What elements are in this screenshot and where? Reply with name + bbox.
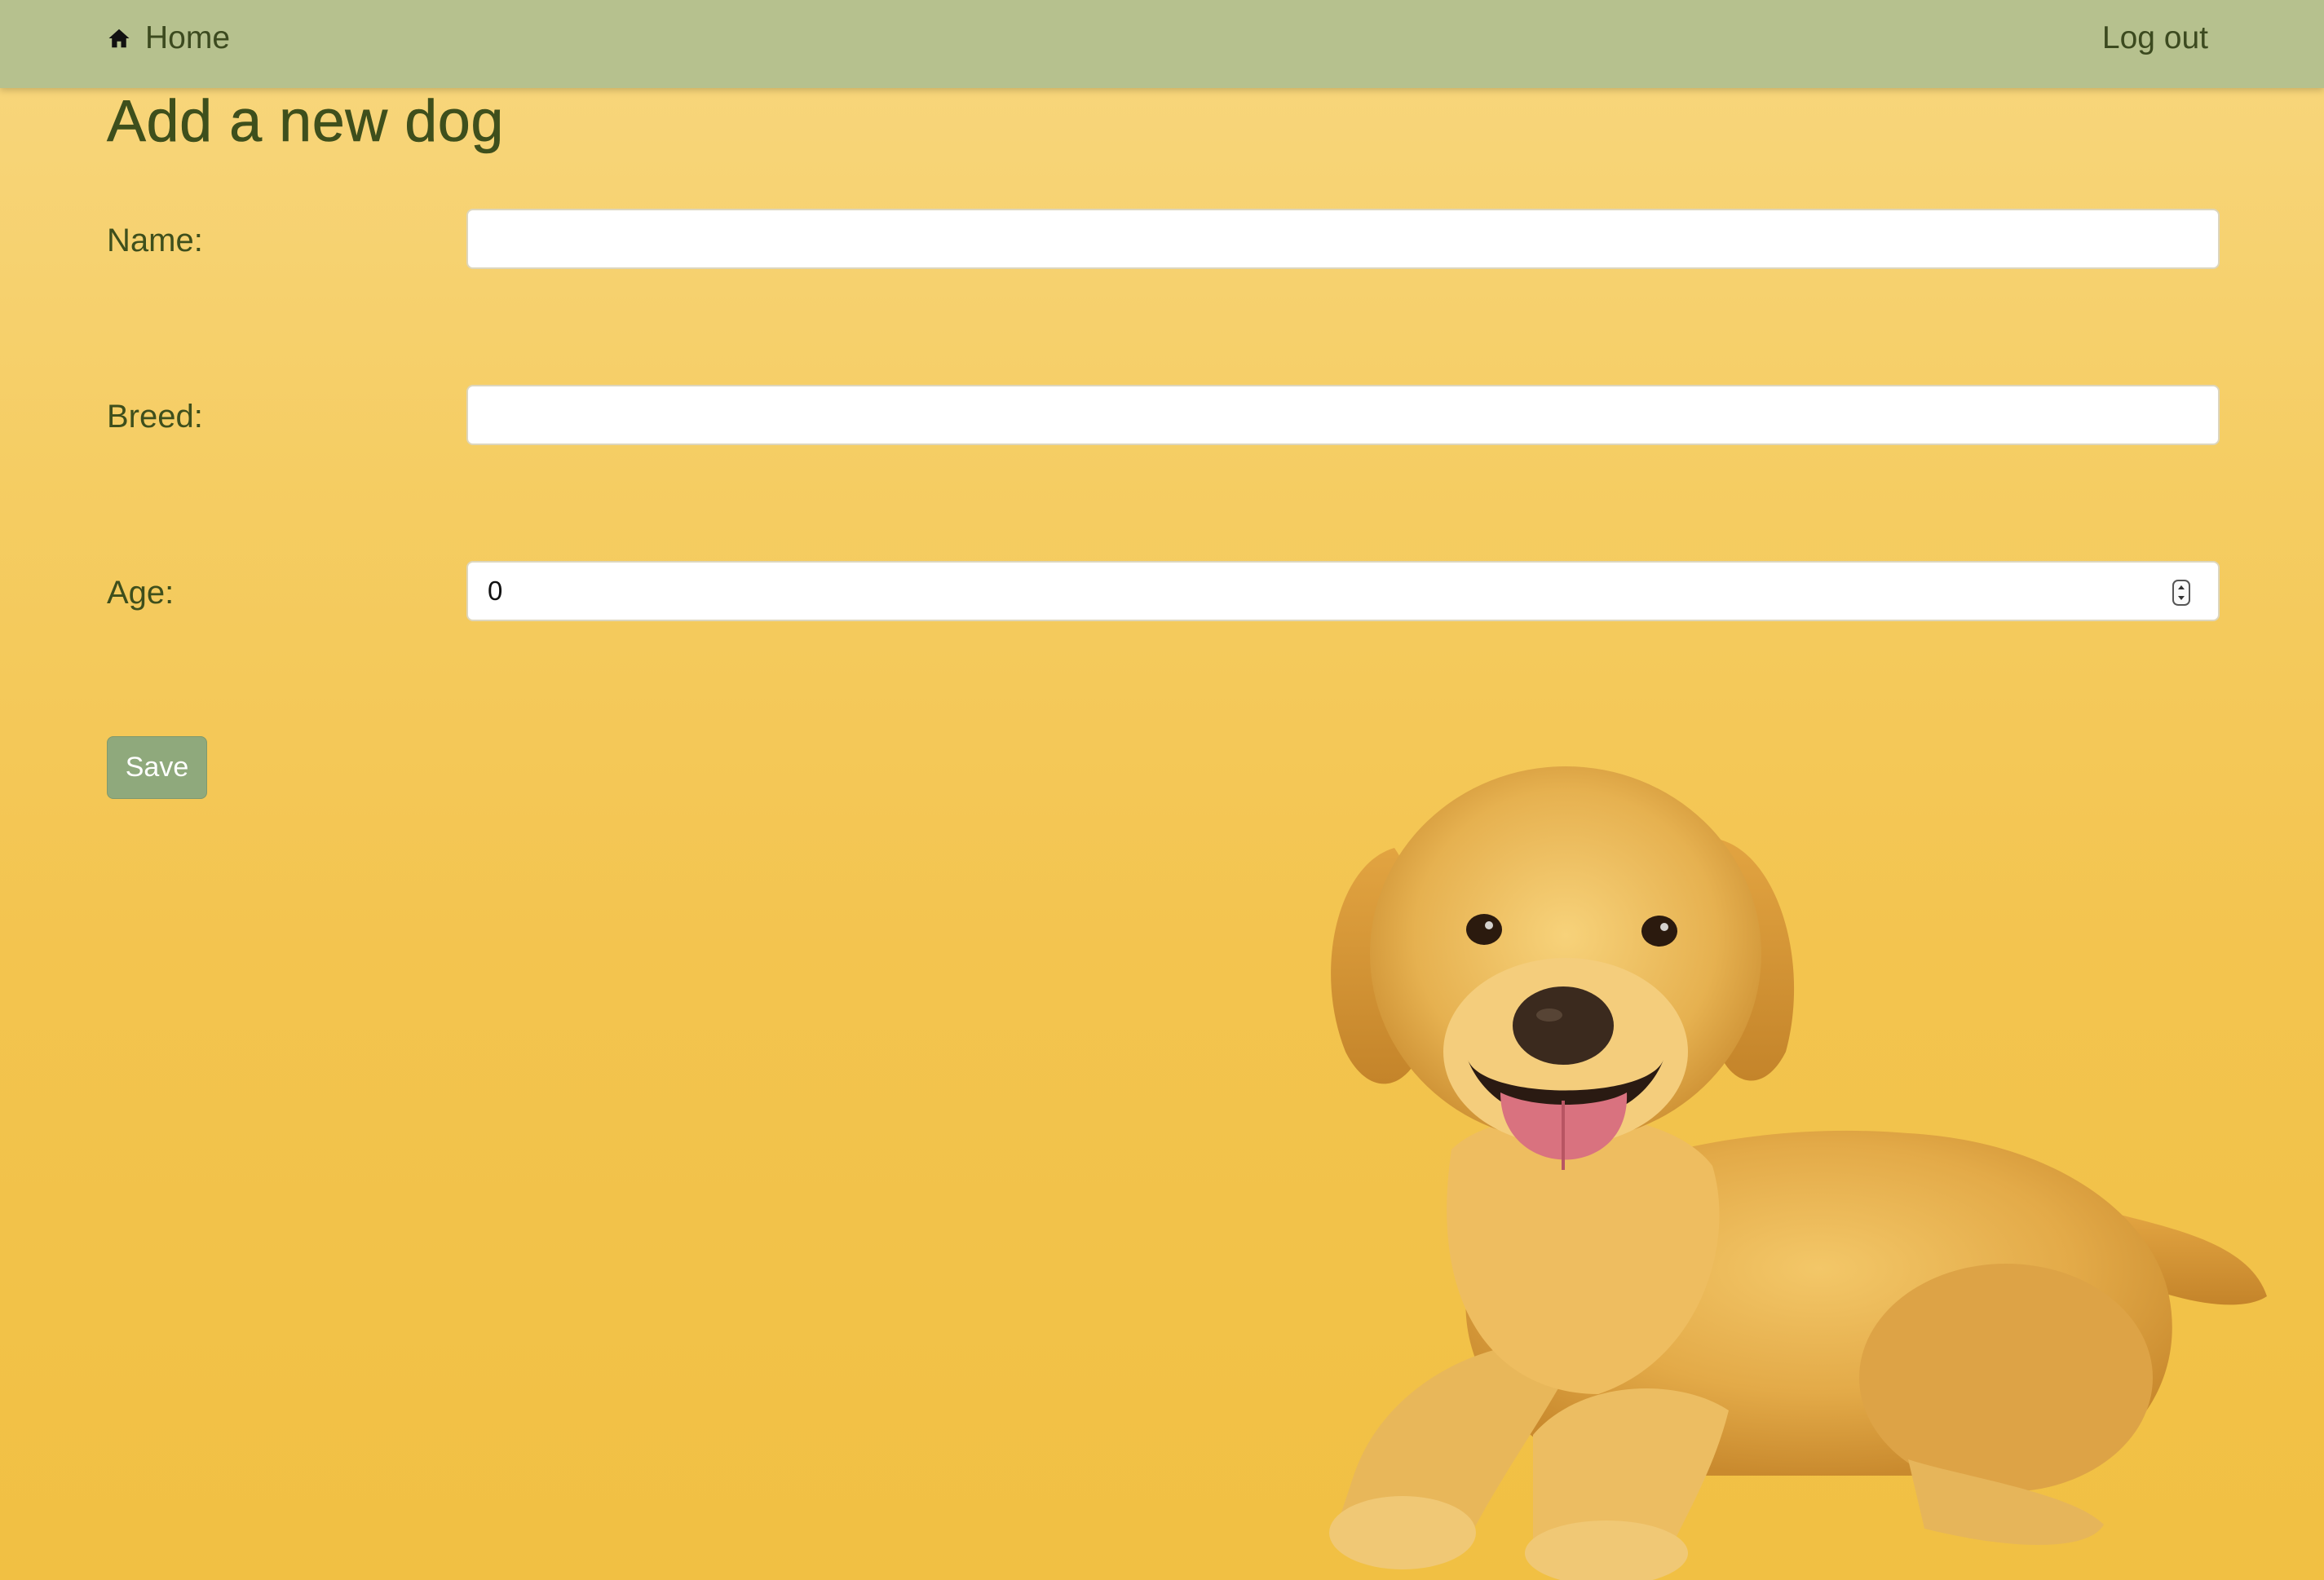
name-label: Name: (107, 223, 203, 258)
home-link[interactable]: Home (107, 18, 230, 59)
breed-row: Breed: (107, 385, 2222, 448)
logout-link[interactable]: Log out (2102, 18, 2208, 59)
save-button[interactable]: Save (107, 736, 207, 799)
top-navbar: Home Log out (0, 0, 2324, 88)
name-row: Name: (107, 209, 2222, 272)
age-value: 0 (488, 576, 503, 606)
breed-input[interactable] (466, 385, 2220, 445)
home-link-label: Home (145, 20, 231, 55)
breed-label: Breed: (107, 399, 203, 435)
spinner-up-icon[interactable] (2178, 585, 2185, 589)
number-spinner-icon[interactable] (2172, 580, 2190, 606)
age-input[interactable]: 0 (466, 561, 2220, 621)
name-input[interactable] (466, 209, 2220, 269)
home-icon (108, 29, 130, 48)
page-title: Add a new dog (107, 89, 504, 155)
age-label: Age: (107, 575, 175, 611)
age-row: Age: 0 (107, 561, 2222, 624)
spinner-down-icon[interactable] (2178, 596, 2185, 600)
golden-retriever-image (1329, 766, 2267, 1580)
